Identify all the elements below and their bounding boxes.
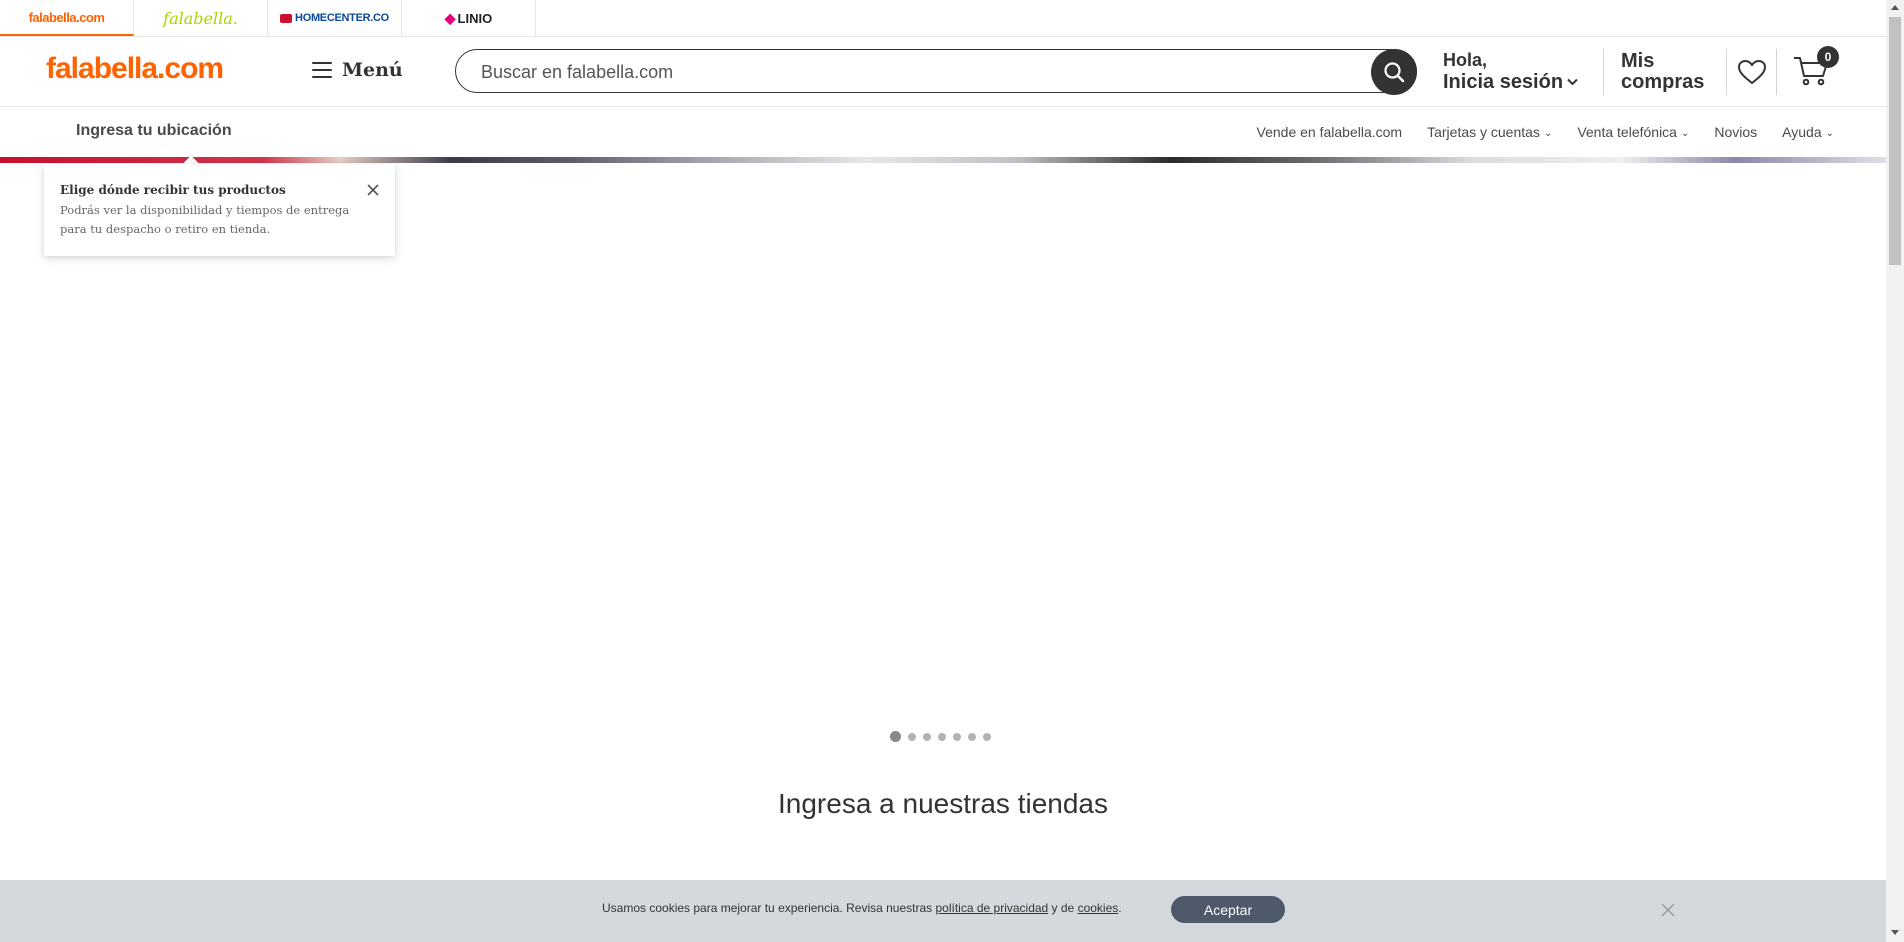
search-button[interactable]	[1371, 49, 1417, 95]
cookie-text-middle: y de	[1048, 901, 1078, 915]
brand-tab-label-wrap: HOMECENTER.CO	[280, 12, 389, 24]
link-label: Novios	[1714, 124, 1758, 140]
chevron-down-icon: ⌄	[1825, 127, 1834, 139]
brand-tab-label: falabella.com	[28, 9, 105, 25]
wishlist-button[interactable]	[1737, 59, 1767, 90]
accept-cookies-button[interactable]: Aceptar	[1171, 896, 1285, 923]
brand-tab-falabella[interactable]: falabella.	[134, 0, 268, 36]
menu-label: Menú	[342, 59, 403, 81]
cookie-banner: Usamos cookies para mejorar tu experienc…	[0, 880, 1886, 942]
link-cards-accounts[interactable]: Tarjetas y cuentas ⌄	[1427, 124, 1552, 140]
carousel-dot[interactable]	[968, 732, 976, 741]
carousel-dot[interactable]	[938, 732, 946, 741]
brand-tabs-bar: falabella.com falabella. HOMECENTER.CO ◆…	[0, 0, 1886, 37]
carousel-dot[interactable]	[983, 732, 991, 741]
brand-tab-label: HOMECENTER.CO	[295, 12, 389, 24]
link-help[interactable]: Ayuda ⌄	[1782, 124, 1834, 140]
orders-label-line2: compras	[1621, 71, 1705, 93]
link-novios[interactable]: Novios	[1714, 124, 1757, 140]
cookies-link[interactable]: cookies	[1078, 901, 1119, 915]
my-orders-link[interactable]: Mis compras	[1621, 51, 1704, 93]
main-header: falabella.com Menú Hola, Inicia sesión M…	[0, 37, 1886, 107]
close-icon[interactable]	[1659, 901, 1677, 919]
homecenter-logo-icon	[280, 13, 293, 23]
hamburger-icon	[312, 62, 332, 78]
login-label: Inicia sesión	[1443, 71, 1564, 93]
cookie-text-end: .	[1118, 901, 1122, 915]
brand-tab-linio[interactable]: ◆ LINIO	[402, 0, 536, 36]
carousel-dots	[890, 731, 991, 742]
chevron-down-icon: ⌄	[1543, 127, 1553, 139]
header-divider	[1776, 49, 1777, 95]
greeting-text: Hola,	[1443, 50, 1488, 70]
search-bar	[455, 49, 1417, 95]
section-title: Ingresa a nuestras tiendas	[778, 788, 1108, 819]
heart-icon	[1737, 59, 1767, 85]
account-menu[interactable]: Hola, Inicia sesión	[1443, 50, 1578, 93]
hero-banner-image[interactable]	[0, 157, 1886, 163]
carousel-dot[interactable]	[923, 732, 931, 741]
chevron-down-icon	[1567, 78, 1578, 86]
tooltip-title: Elige dónde recibir tus productos	[60, 183, 286, 197]
link-label: Vende en falabella.com	[1256, 124, 1403, 140]
location-tooltip: Elige dónde recibir tus productos Podrás…	[44, 164, 395, 256]
menu-button[interactable]: Menú	[312, 59, 403, 81]
carousel-dot[interactable]	[908, 732, 916, 741]
chevron-down-icon: ⌄	[1680, 127, 1690, 139]
cookie-text: Usamos cookies para mejorar tu experienc…	[602, 901, 1122, 915]
link-sell[interactable]: Vende en falabella.com	[1257, 124, 1403, 140]
cart-count-badge: 0	[1817, 46, 1839, 68]
scrollbar-thumb[interactable]	[1889, 17, 1901, 265]
linio-logo-icon: ◆	[444, 9, 456, 26]
brand-tab-falabella-com[interactable]: falabella.com	[0, 0, 134, 36]
login-label-row: Inicia sesión	[1443, 71, 1578, 93]
location-selector[interactable]: Ingresa tu ubicación	[76, 122, 232, 140]
brand-tab-homecenter[interactable]: HOMECENTER.CO	[268, 0, 402, 36]
page-scrollbar[interactable]	[1886, 0, 1904, 942]
orders-label-line1: Mis	[1621, 50, 1655, 72]
brand-tab-label: LINIO	[457, 10, 493, 26]
search-icon	[1384, 62, 1405, 83]
top-links: Vende en falabella.com Tarjetas y cuenta…	[1257, 124, 1834, 140]
header-divider	[1603, 49, 1604, 95]
carousel-dot[interactable]	[890, 731, 901, 742]
brand-tab-label: falabella.	[163, 8, 238, 28]
search-input[interactable]	[479, 50, 1323, 94]
link-label: Ayuda	[1782, 124, 1822, 140]
site-logo[interactable]: falabella.com	[46, 52, 224, 86]
privacy-policy-link[interactable]: política de privacidad	[935, 901, 1048, 915]
cookie-text-start: Usamos cookies para mejorar tu experienc…	[602, 901, 936, 915]
scroll-down-arrow-icon[interactable]	[1891, 930, 1899, 935]
tooltip-body: Podrás ver la disponibilidad y tiempos d…	[60, 203, 350, 236]
brand-tab-label-wrap: ◆ LINIO	[445, 10, 492, 27]
close-icon[interactable]	[365, 182, 381, 198]
link-label: Venta telefónica	[1577, 124, 1677, 140]
header-divider	[1726, 49, 1727, 95]
link-phone-sales[interactable]: Venta telefónica ⌄	[1577, 124, 1689, 140]
carousel-dot[interactable]	[953, 732, 961, 741]
secondary-nav: Ingresa tu ubicación Vende en falabella.…	[0, 107, 1886, 157]
scroll-up-arrow-icon[interactable]	[1891, 5, 1899, 10]
link-label: Tarjetas y cuentas	[1427, 124, 1540, 140]
